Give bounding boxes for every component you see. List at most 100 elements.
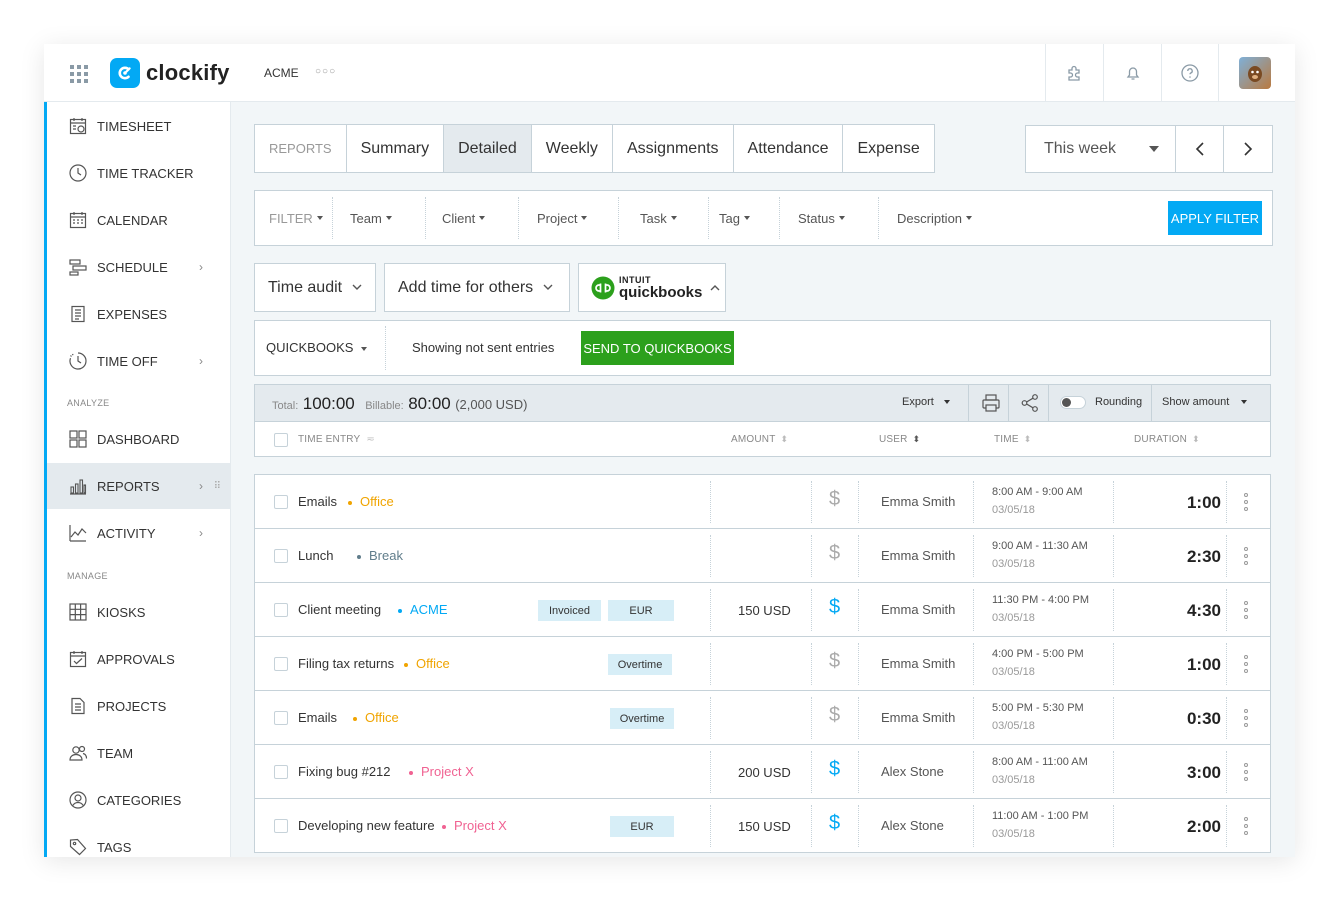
- sidebar-item-categories[interactable]: CATEGORIES: [47, 777, 231, 823]
- next-week-button[interactable]: [1224, 126, 1272, 172]
- billable-dollar-icon[interactable]: $: [829, 542, 840, 565]
- quickbooks-dropdown[interactable]: INTUIT quickbooks: [578, 263, 726, 312]
- sidebar-item-team[interactable]: TEAM: [47, 730, 231, 776]
- sidebar-item-projects[interactable]: PROJECTS: [47, 683, 231, 729]
- entry-duration[interactable]: 1:00: [1155, 655, 1221, 675]
- export-dropdown[interactable]: Export: [902, 396, 950, 408]
- sidebar-item-kiosks[interactable]: KIOSKS: [47, 589, 231, 635]
- filter-project[interactable]: Project: [537, 191, 588, 245]
- sidebar-item-schedule[interactable]: SCHEDULE ›: [47, 244, 231, 290]
- entry-duration[interactable]: 3:00: [1155, 763, 1221, 783]
- table-row[interactable]: Client meeting ACME Invoiced EUR 150 USD $ Emm…: [254, 582, 1271, 637]
- entry-project[interactable]: Office: [348, 494, 394, 509]
- extension-icon[interactable]: [1045, 44, 1103, 102]
- drag-handle-icon[interactable]: ⠿: [214, 481, 221, 492]
- tab-attendance[interactable]: Attendance: [734, 125, 844, 172]
- sidebar-item-dashboard[interactable]: DASHBOARD: [47, 416, 231, 462]
- entry-duration[interactable]: 1:00: [1155, 493, 1221, 513]
- help-icon[interactable]: [1161, 44, 1219, 102]
- sidebar-item-timesheet[interactable]: TIMESHEET: [47, 103, 231, 149]
- row-checkbox[interactable]: [274, 819, 288, 833]
- sidebar-item-expenses[interactable]: EXPENSES: [47, 291, 231, 337]
- filter-team[interactable]: Team: [350, 191, 392, 245]
- add-time-dropdown[interactable]: Add time for others: [384, 263, 570, 312]
- print-icon[interactable]: [981, 393, 1001, 413]
- row-checkbox[interactable]: [274, 603, 288, 617]
- entry-description[interactable]: Emails: [298, 710, 337, 725]
- quickbooks-select[interactable]: QUICKBOOKS: [266, 340, 368, 355]
- row-checkbox[interactable]: [274, 657, 288, 671]
- entry-project[interactable]: Office: [404, 656, 450, 671]
- entry-project[interactable]: Project X: [409, 764, 474, 779]
- filter-description[interactable]: Description: [897, 191, 973, 245]
- more-options-icon[interactable]: [1243, 709, 1249, 727]
- column-time-entry[interactable]: TIME ENTRY ≂: [298, 434, 375, 445]
- select-all-checkbox[interactable]: [274, 433, 288, 447]
- more-options-icon[interactable]: [1243, 493, 1249, 511]
- row-checkbox[interactable]: [274, 549, 288, 563]
- filter-client[interactable]: Client: [442, 191, 486, 245]
- more-options-icon[interactable]: [1243, 655, 1249, 673]
- billable-dollar-icon[interactable]: $: [829, 758, 840, 781]
- tab-weekly[interactable]: Weekly: [532, 125, 613, 172]
- more-options-icon[interactable]: [1243, 763, 1249, 781]
- apply-filter-button[interactable]: APPLY FILTER: [1168, 201, 1262, 235]
- apps-grid-icon[interactable]: [70, 65, 88, 83]
- entry-description[interactable]: Fixing bug #212: [298, 764, 391, 779]
- time-audit-dropdown[interactable]: Time audit: [254, 263, 376, 312]
- billable-dollar-icon[interactable]: $: [829, 488, 840, 511]
- entry-tag[interactable]: EUR: [610, 816, 674, 837]
- workspace-name[interactable]: ACME: [264, 66, 299, 80]
- more-options-icon[interactable]: [1243, 601, 1249, 619]
- entry-time-range[interactable]: 11:30 PM - 4:00 PM: [992, 594, 1089, 606]
- row-checkbox[interactable]: [274, 495, 288, 509]
- tab-summary[interactable]: Summary: [347, 125, 445, 172]
- table-row[interactable]: Developing new feature Project X EUR 150 US…: [254, 798, 1271, 853]
- entry-time-range[interactable]: 9:00 AM - 11:30 AM: [992, 540, 1088, 552]
- entry-project[interactable]: Office: [353, 710, 399, 725]
- entry-description[interactable]: Filing tax returns: [298, 656, 394, 671]
- table-row[interactable]: Emails Office Overtime $ Emma Smith 5:00 PM -…: [254, 690, 1271, 745]
- tab-assignments[interactable]: Assignments: [613, 125, 734, 172]
- more-options-icon[interactable]: [1243, 547, 1249, 565]
- entry-description[interactable]: Lunch: [298, 548, 333, 563]
- entry-tag[interactable]: Overtime: [608, 654, 672, 675]
- entry-duration[interactable]: 4:30: [1155, 601, 1221, 621]
- bell-icon[interactable]: [1103, 44, 1161, 102]
- table-row[interactable]: Lunch Break $ Emma Smith 9:00 AM - 11:30 AM 0…: [254, 528, 1271, 583]
- entry-time-range[interactable]: 8:00 AM - 11:00 AM: [992, 756, 1088, 768]
- billable-dollar-icon[interactable]: $: [829, 596, 840, 619]
- workspace-menu-icon[interactable]: ○○○: [315, 66, 336, 77]
- entry-description[interactable]: Developing new feature: [298, 818, 435, 833]
- rounding-toggle[interactable]: [1060, 396, 1086, 409]
- billable-dollar-icon[interactable]: $: [829, 812, 840, 835]
- column-user[interactable]: USER ⬍: [879, 434, 920, 445]
- entry-description[interactable]: Emails: [298, 494, 337, 509]
- avatar[interactable]: [1239, 57, 1271, 89]
- entry-duration[interactable]: 0:30: [1155, 709, 1221, 729]
- prev-week-button[interactable]: [1176, 126, 1225, 172]
- billable-dollar-icon[interactable]: $: [829, 704, 840, 727]
- entry-time-range[interactable]: 8:00 AM - 9:00 AM: [992, 486, 1083, 498]
- column-duration[interactable]: DURATION ⬍: [1134, 434, 1200, 445]
- entry-date[interactable]: 03/05/18: [992, 774, 1035, 786]
- entry-project[interactable]: Project X: [442, 818, 507, 833]
- table-row[interactable]: Emails Office $ Emma Smith 8:00 AM - 9:00 AM…: [254, 474, 1271, 529]
- sidebar-item-activity[interactable]: ACTIVITY ›: [47, 510, 231, 556]
- send-to-quickbooks-button[interactable]: SEND TO QUICKBOOKS: [581, 331, 734, 365]
- more-options-icon[interactable]: [1243, 817, 1249, 835]
- table-row[interactable]: Fixing bug #212 Project X 200 USD $ Alex Sto…: [254, 744, 1271, 799]
- tab-detailed[interactable]: Detailed: [444, 125, 532, 172]
- entry-tag[interactable]: Invoiced: [538, 600, 601, 621]
- clockify-logo[interactable]: clockify: [110, 58, 230, 88]
- sidebar-item-tags[interactable]: TAGS: [47, 824, 231, 857]
- entry-tag[interactable]: Overtime: [610, 708, 674, 729]
- tab-expense[interactable]: Expense: [843, 125, 933, 172]
- entry-date[interactable]: 03/05/18: [992, 666, 1035, 678]
- entry-time-range[interactable]: 11:00 AM - 1:00 PM: [992, 810, 1088, 822]
- entry-time-range[interactable]: 4:00 PM - 5:00 PM: [992, 648, 1084, 660]
- entry-date[interactable]: 03/05/18: [992, 720, 1035, 732]
- entry-tag[interactable]: EUR: [608, 600, 674, 621]
- entry-date[interactable]: 03/05/18: [992, 504, 1035, 516]
- entry-project[interactable]: ACME: [398, 602, 448, 617]
